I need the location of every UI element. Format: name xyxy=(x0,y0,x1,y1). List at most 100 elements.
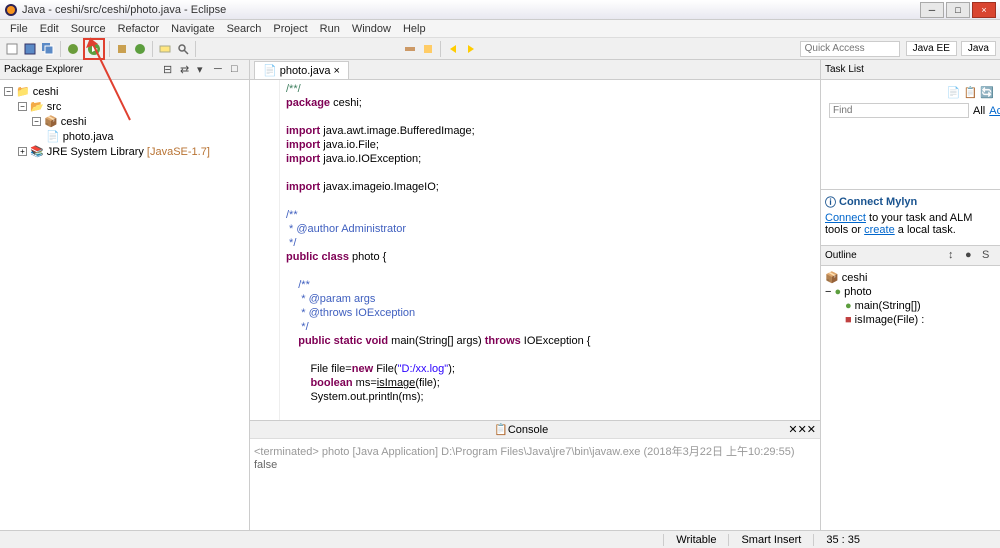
expand-icon[interactable]: − xyxy=(32,117,41,126)
menu-edit[interactable]: Edit xyxy=(34,23,65,35)
package-label: ceshi xyxy=(61,116,87,128)
src-label: src xyxy=(47,101,62,113)
code-editor[interactable]: /**/ package ceshi; import java.awt.imag… xyxy=(250,80,820,420)
library-icon: 📚 xyxy=(30,145,44,158)
expand-icon[interactable]: − xyxy=(825,286,831,298)
outline-title: Outline xyxy=(825,250,948,261)
outline-body[interactable]: 📦 ceshi − ● photo ● main(String[]) ■ isI… xyxy=(821,266,1000,530)
workspace: Package Explorer ⊟ ⇄ ▾ ─ □ − 📁 ceshi − 📂… xyxy=(0,60,1000,530)
window-controls: ─ □ × xyxy=(920,2,996,18)
expand-icon[interactable]: − xyxy=(18,102,27,111)
menu-run[interactable]: Run xyxy=(314,23,346,35)
menu-bar: File Edit Source Refactor Navigate Searc… xyxy=(0,20,1000,38)
jre-label: JRE System Library xyxy=(47,146,144,158)
forward-icon[interactable] xyxy=(463,41,479,57)
quick-access-input[interactable] xyxy=(800,41,900,57)
outline-method-main[interactable]: ● main(String[]) xyxy=(825,299,996,313)
editor-tab-photo[interactable]: 📄 photo.java × xyxy=(254,61,349,79)
outline-method-isimage[interactable]: ■ isImage(File) : xyxy=(825,313,996,327)
close-tab-icon[interactable]: × xyxy=(333,65,339,77)
status-writable: Writable xyxy=(663,534,728,546)
main-toolbar: Java EE Java xyxy=(0,38,1000,60)
categorize-icon[interactable]: 📋 xyxy=(964,87,978,99)
expand-icon[interactable]: + xyxy=(18,147,27,156)
new-task-icon[interactable]: 📄 xyxy=(947,87,961,99)
menu-window[interactable]: Window xyxy=(346,23,397,35)
expand-icon[interactable]: − xyxy=(4,87,13,96)
maximize-view-icon[interactable]: □ xyxy=(231,63,245,77)
back-icon[interactable] xyxy=(445,41,461,57)
minimize-button[interactable]: ─ xyxy=(920,2,944,18)
editor-tabs: 📄 photo.java × xyxy=(250,60,820,80)
class-icon: ● xyxy=(834,286,841,298)
mark-occurrences-icon[interactable] xyxy=(420,41,436,57)
outline-header: Outline ↕ ● S xyxy=(821,246,1000,266)
java-file-icon: 📄 xyxy=(46,130,60,143)
outline-package[interactable]: 📦 ceshi xyxy=(825,270,996,285)
toggle-breadcrumb-icon[interactable] xyxy=(402,41,418,57)
hide-fields-icon[interactable]: ● xyxy=(965,249,979,263)
new-class-icon[interactable] xyxy=(132,41,148,57)
new-package-icon[interactable] xyxy=(114,41,130,57)
menu-file[interactable]: File xyxy=(4,23,34,35)
task-find-input[interactable] xyxy=(829,103,969,118)
hide-static-icon[interactable]: S xyxy=(982,249,996,263)
menu-help[interactable]: Help xyxy=(397,23,432,35)
java-file-icon: 📄 xyxy=(263,64,277,77)
task-all-label[interactable]: All xyxy=(973,105,985,117)
search-icon[interactable] xyxy=(175,41,191,57)
debug-icon[interactable] xyxy=(65,41,81,57)
save-all-icon[interactable] xyxy=(40,41,56,57)
right-pane: Task List 📄 📋 🔄 All Activate... ⓘ Connec… xyxy=(820,60,1000,530)
jre-node[interactable]: + 📚 JRE System Library [JavaSE-1.7] xyxy=(4,144,245,159)
perspective-java[interactable]: Java xyxy=(961,41,996,56)
open-type-icon[interactable] xyxy=(157,41,173,57)
mylyn-text: Connect to your task and ALM tools or cr… xyxy=(825,212,996,236)
collapse-all-icon[interactable]: ⊟ xyxy=(163,63,177,77)
minimize-view-icon[interactable]: ─ xyxy=(214,63,228,77)
perspective-javaee[interactable]: Java EE xyxy=(906,41,957,56)
sort-icon[interactable]: ↕ xyxy=(948,249,962,263)
java-file-label: photo.java xyxy=(63,131,114,143)
project-node[interactable]: − 📁 ceshi xyxy=(4,84,245,99)
console-title[interactable]: Console xyxy=(508,424,548,436)
run-icon[interactable] xyxy=(86,41,102,57)
package-explorer-header: Package Explorer ⊟ ⇄ ▾ ─ □ xyxy=(0,60,249,80)
console-text: false xyxy=(254,459,816,471)
code-content[interactable]: /**/ package ceshi; import java.awt.imag… xyxy=(280,80,820,420)
task-find-row: All Activate... xyxy=(825,101,996,120)
task-activate-link[interactable]: Activate... xyxy=(989,105,1000,117)
menu-search[interactable]: Search xyxy=(221,23,268,35)
maximize-button[interactable]: □ xyxy=(946,2,970,18)
mylyn-create-link[interactable]: create xyxy=(864,224,895,236)
close-button[interactable]: × xyxy=(972,2,996,18)
remove-all-icon[interactable]: ✕✕ xyxy=(798,423,816,436)
synchronize-icon[interactable]: 🔄 xyxy=(980,87,994,99)
remove-launch-icon[interactable]: ✕ xyxy=(788,423,797,436)
run-button-highlight xyxy=(83,38,105,60)
link-editor-icon[interactable]: ⇄ xyxy=(180,63,194,77)
outline-class[interactable]: − ● photo xyxy=(825,285,996,299)
package-icon: 📦 xyxy=(825,271,839,284)
package-node[interactable]: − 📦 ceshi xyxy=(4,114,245,129)
toolbar-separator xyxy=(60,41,61,57)
menu-navigate[interactable]: Navigate xyxy=(165,23,220,35)
view-menu-icon[interactable]: ▾ xyxy=(197,63,211,77)
toolbar-separator xyxy=(195,41,196,57)
package-tree[interactable]: − 📁 ceshi − 📂 src − 📦 ceshi 📄 photo.java… xyxy=(0,80,249,163)
console-output[interactable]: <terminated> photo [Java Application] D:… xyxy=(250,439,820,530)
menu-source[interactable]: Source xyxy=(65,23,112,35)
center-pane: 📄 photo.java × /**/ package ceshi; impor… xyxy=(250,60,820,530)
public-method-icon: ● xyxy=(845,300,852,312)
view-toolbar: ⊟ ⇄ ▾ ─ □ xyxy=(163,63,245,77)
src-node[interactable]: − 📂 src xyxy=(4,99,245,114)
editor-gutter[interactable] xyxy=(250,80,280,420)
menu-refactor[interactable]: Refactor xyxy=(112,23,166,35)
new-icon[interactable] xyxy=(4,41,20,57)
java-file-node[interactable]: 📄 photo.java xyxy=(4,129,245,144)
mylyn-connect-link[interactable]: Connect xyxy=(825,212,866,224)
left-pane: Package Explorer ⊟ ⇄ ▾ ─ □ − 📁 ceshi − 📂… xyxy=(0,60,250,530)
console-view: 📋 Console ✕ ✕✕ <terminated> photo [Java … xyxy=(250,420,820,530)
menu-project[interactable]: Project xyxy=(267,23,313,35)
save-icon[interactable] xyxy=(22,41,38,57)
